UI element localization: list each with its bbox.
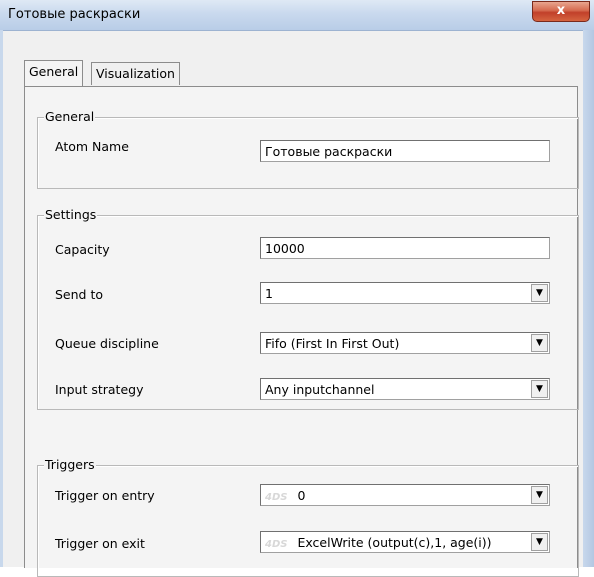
send-to-value: 1 (265, 286, 273, 301)
send-to-label: Send to (55, 287, 104, 302)
send-to-select[interactable]: 1 ▼ (260, 282, 550, 304)
chevron-down-icon[interactable]: ▼ (531, 380, 548, 398)
close-icon: x (556, 3, 566, 18)
atom-name-label: Atom Name (55, 139, 129, 154)
general-group: General Atom Name Готовые раскраски (37, 109, 579, 189)
input-strategy-value: Any inputchannel (265, 382, 375, 397)
triggers-group: Triggers Trigger on entry 4DS 0 ▼ Trigge… (37, 457, 579, 577)
trigger-entry-label: Trigger on entry (55, 488, 155, 503)
tab-general[interactable]: General (24, 60, 84, 86)
trigger-entry-value: 0 (297, 488, 306, 503)
queue-discipline-label: Queue discipline (55, 336, 159, 351)
tab-panel-general: General Atom Name Готовые раскраски Sett… (24, 86, 579, 577)
general-group-legend: General (44, 109, 96, 124)
capacity-label: Capacity (55, 242, 110, 257)
tab-general-label: General (29, 64, 79, 79)
window-frame-right (583, 30, 594, 567)
close-button[interactable]: x (532, 1, 590, 22)
input-strategy-label: Input strategy (55, 382, 144, 397)
trigger-exit-select[interactable]: 4DS ExcelWrite (output(c),1, age(i)) ▼ (260, 531, 550, 553)
chevron-down-icon[interactable]: ▼ (531, 486, 548, 504)
trigger-exit-prefix: 4DS (265, 539, 288, 550)
queue-discipline-select[interactable]: Fifo (First In First Out) ▼ (260, 332, 550, 354)
trigger-entry-select[interactable]: 4DS 0 ▼ (260, 484, 550, 506)
settings-group-legend: Settings (44, 207, 98, 222)
settings-group: Settings Capacity 10000 Send to 1 ▼ Queu… (37, 207, 579, 410)
tab-visualization-label: Visualization (96, 66, 175, 81)
chevron-down-icon[interactable]: ▼ (531, 334, 548, 352)
properties-dialog: Готовые раскраски x General Visualizatio… (0, 0, 594, 577)
window-frame-left (0, 30, 3, 567)
queue-discipline-value: Fifo (First In First Out) (265, 336, 400, 351)
atom-name-input[interactable]: Готовые раскраски (260, 140, 550, 162)
title-bar[interactable]: Готовые раскраски x (0, 0, 594, 31)
triggers-group-legend: Triggers (44, 457, 96, 472)
trigger-exit-value: ExcelWrite (output(c),1, age(i)) (297, 535, 492, 550)
input-strategy-select[interactable]: Any inputchannel ▼ (260, 378, 550, 400)
window-title: Готовые раскраски (8, 7, 141, 22)
chevron-down-icon[interactable]: ▼ (531, 533, 548, 551)
trigger-exit-label: Trigger on exit (55, 536, 145, 551)
chevron-down-icon[interactable]: ▼ (531, 284, 548, 302)
tab-visualization[interactable]: Visualization (91, 62, 180, 85)
trigger-entry-prefix: 4DS (265, 492, 288, 503)
capacity-input[interactable]: 10000 (260, 237, 550, 259)
